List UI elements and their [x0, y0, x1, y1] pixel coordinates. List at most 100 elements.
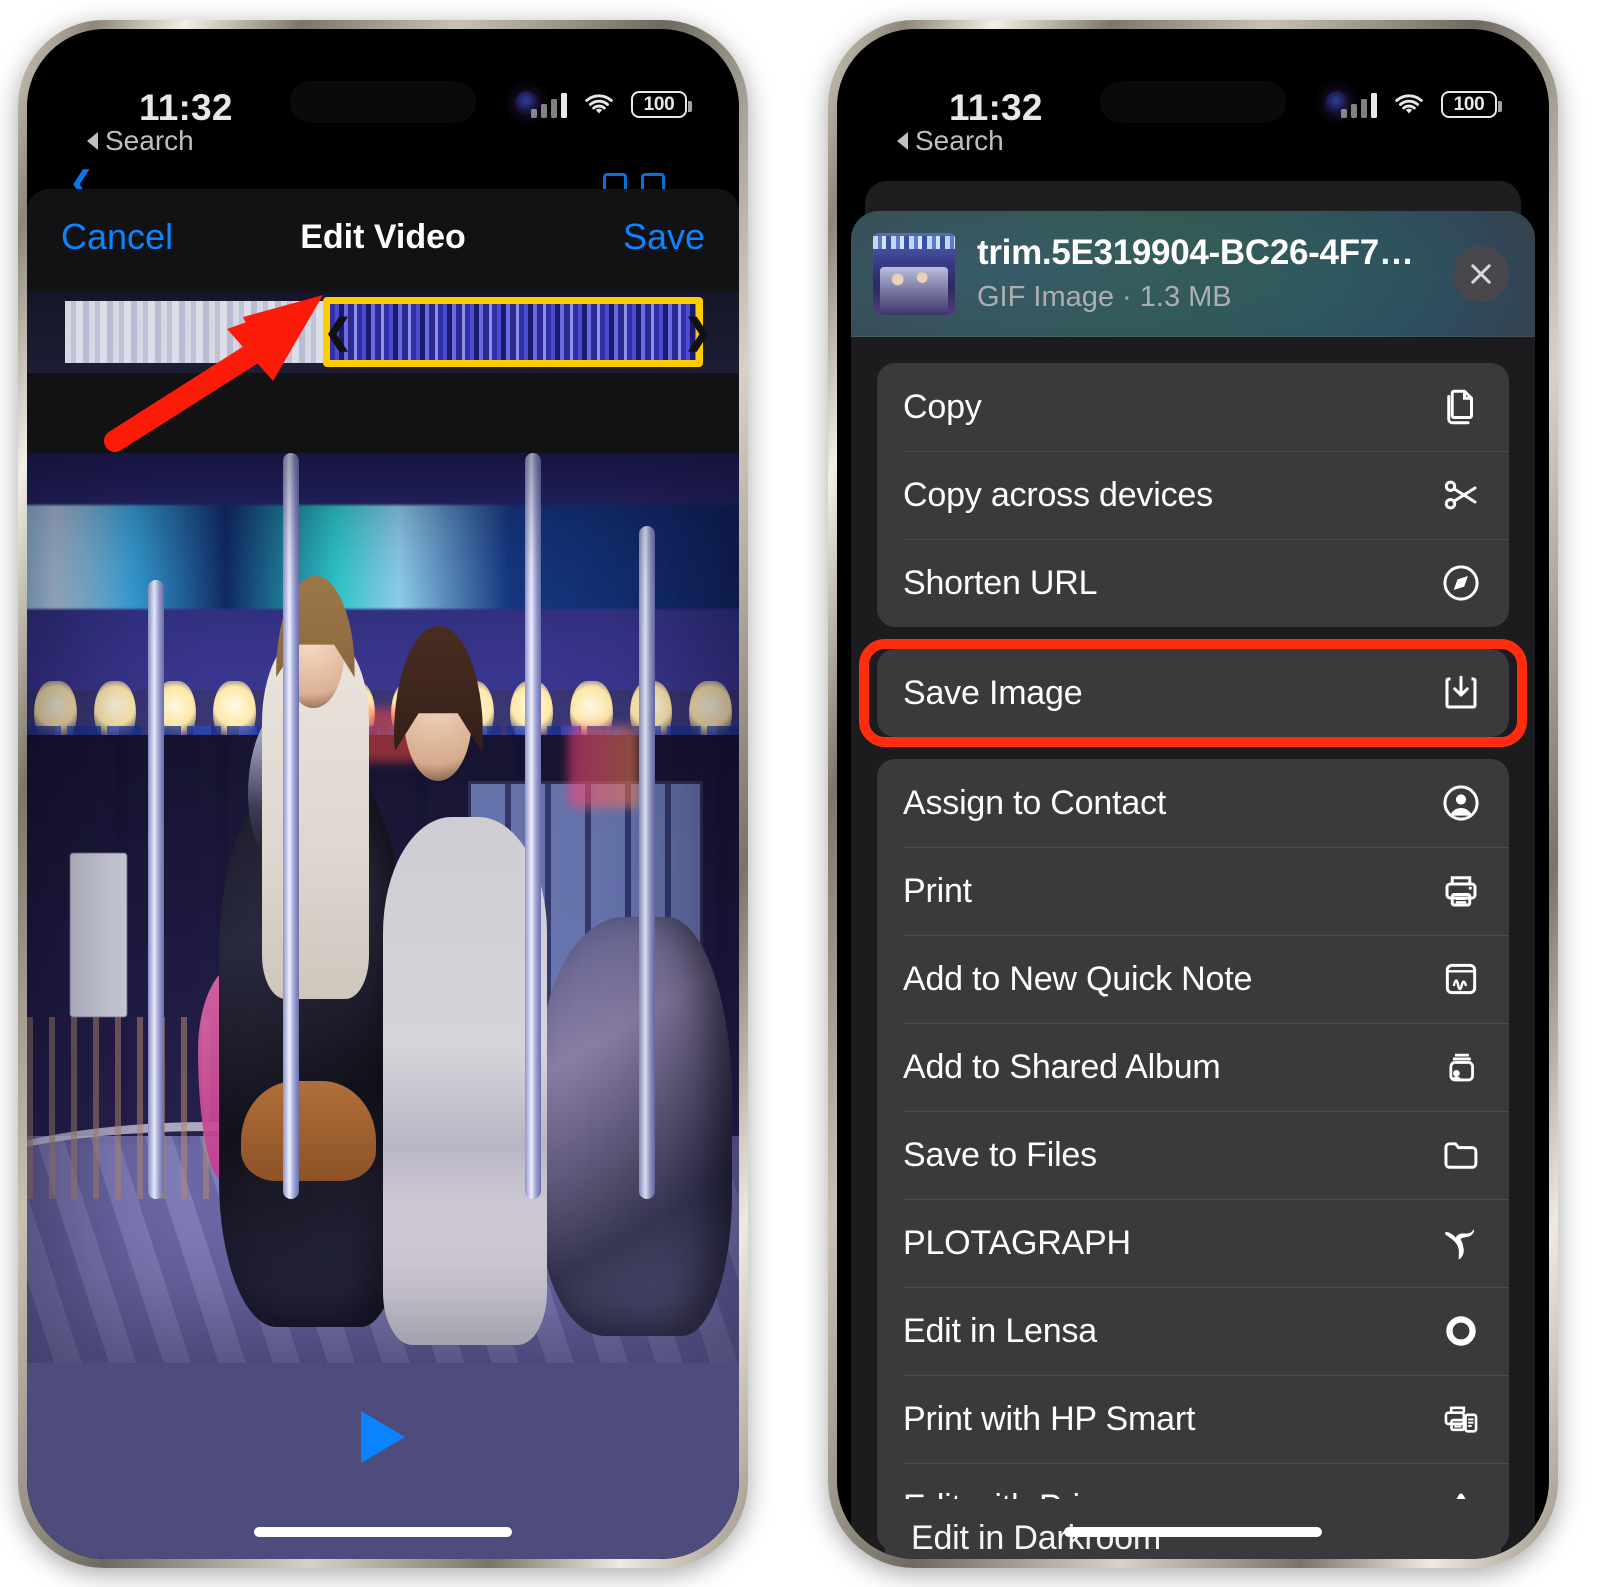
- play-triangle-icon[interactable]: [361, 1411, 405, 1463]
- menu-item-label: Print: [903, 871, 972, 910]
- carousel-horse-saddle: [240, 1080, 376, 1181]
- cancel-button[interactable]: Cancel: [61, 216, 173, 258]
- status-back-label: Search: [105, 125, 194, 156]
- menu-item-label: Copy across devices: [903, 475, 1213, 514]
- menu-item-assign-to-contact[interactable]: Assign to Contact: [877, 759, 1509, 847]
- action-group-3: Assign to Contact Print Add to New Quick…: [877, 759, 1509, 1551]
- menu-item-label: Add to Shared Album: [903, 1047, 1221, 1086]
- battery-percent: 100: [1453, 93, 1485, 115]
- battery-icon: 100: [1441, 91, 1502, 118]
- menu-item-label: Edit in Darkroom: [911, 1518, 1161, 1557]
- menu-item-add-to-new-quick-note[interactable]: Add to New Quick Note: [877, 935, 1509, 1023]
- hp-smart-printer-icon: [1439, 1397, 1483, 1441]
- shared-album-icon: [1439, 1045, 1483, 1089]
- status-back-to-search[interactable]: Search: [87, 125, 194, 157]
- battery-icon: 100: [631, 91, 692, 118]
- status-back-label: Search: [915, 125, 1004, 156]
- carousel-elephant: [539, 917, 732, 1336]
- menu-item-label: Print with HP Smart: [903, 1399, 1196, 1438]
- file-thumbnail: [873, 232, 955, 315]
- video-preview[interactable]: [27, 453, 739, 1363]
- trim-handle-right[interactable]: ❯: [683, 297, 713, 367]
- status-back-to-search[interactable]: Search: [897, 125, 1004, 157]
- quick-note-icon: [1439, 957, 1483, 1001]
- menu-item-plotagraph[interactable]: PLOTAGRAPH: [877, 1199, 1509, 1287]
- chevron-left-handle-icon: ❮: [323, 313, 353, 351]
- menu-item-edit-in-lensa[interactable]: Edit in Lensa: [877, 1287, 1509, 1375]
- menu-item-copy-across-devices[interactable]: Copy across devices: [877, 451, 1509, 539]
- menu-item-print-with-hp-smart[interactable]: Print with HP Smart: [877, 1375, 1509, 1463]
- download-tray-icon: [1439, 671, 1483, 715]
- action-group-1: Copy Copy across devices Shorten URL: [877, 363, 1509, 627]
- dynamic-island: [1100, 81, 1286, 123]
- right-phone-screen: trim.5E319904-BC26-4F7F-88B... GIF Image…: [837, 29, 1549, 1559]
- wifi-icon: [1395, 93, 1423, 113]
- menu-item-print[interactable]: Print: [877, 847, 1509, 935]
- close-x-icon: [1471, 263, 1491, 284]
- menu-item-label: Assign to Contact: [903, 783, 1167, 822]
- home-indicator[interactable]: [254, 1527, 512, 1537]
- person-circle-icon: [1439, 781, 1483, 825]
- video-trim-bar[interactable]: ❮ ❯: [27, 291, 739, 373]
- carousel-pole-2: [525, 453, 542, 1200]
- trim-selection-region[interactable]: [323, 297, 703, 367]
- safari-compass-icon: [1439, 561, 1483, 605]
- woman-figure: [383, 817, 547, 1345]
- share-sheet-header: trim.5E319904-BC26-4F7F-88B... GIF Image…: [851, 211, 1535, 337]
- menu-item-label: Shorten URL: [903, 563, 1098, 602]
- front-camera-icon: [1324, 91, 1349, 115]
- menu-item-save-image[interactable]: Save Image: [877, 649, 1509, 737]
- save-button[interactable]: Save: [623, 216, 705, 258]
- status-indicators: 100: [1341, 91, 1502, 118]
- menu-item-save-to-files[interactable]: Save to Files: [877, 1111, 1509, 1199]
- trim-filmstrip-untrimmed: [65, 301, 333, 363]
- left-phone-screen: ❮ Cancel Edit Video Save ❮ ❯ 11:32 Searc…: [27, 29, 739, 1559]
- folder-icon: [1439, 1133, 1483, 1177]
- front-camera-icon: [514, 91, 539, 115]
- menu-item-label: Save to Files: [903, 1135, 1097, 1174]
- chevron-right-handle-icon: ❯: [683, 313, 713, 351]
- share-sheet: trim.5E319904-BC26-4F7F-88B... GIF Image…: [851, 211, 1535, 1559]
- file-name: trim.5E319904-BC26-4F7F-88B...: [977, 233, 1435, 272]
- carousel-pole-4: [148, 580, 165, 1200]
- back-triangle-icon: [87, 132, 98, 150]
- status-time: 11:32: [139, 87, 233, 128]
- close-button[interactable]: [1453, 245, 1509, 302]
- file-meta-block: trim.5E319904-BC26-4F7F-88B... GIF Image…: [977, 233, 1435, 314]
- menu-item-label: Add to New Quick Note: [903, 959, 1253, 998]
- action-group-2: Save Image: [877, 649, 1509, 737]
- screenshot-stage: ❮ Cancel Edit Video Save ❮ ❯ 11:32 Searc…: [0, 0, 1600, 1587]
- cellular-bars-icon: [531, 92, 567, 118]
- neon-sign-glow: [568, 726, 640, 808]
- edit-video-sheet: Cancel Edit Video Save ❮ ❯: [27, 189, 739, 1559]
- menu-item-label: PLOTAGRAPH: [903, 1223, 1131, 1262]
- carousel-pole-3: [639, 525, 656, 1200]
- right-phone-device: trim.5E319904-BC26-4F7F-88B... GIF Image…: [828, 20, 1558, 1568]
- home-indicator[interactable]: [1064, 1527, 1322, 1537]
- menu-item-shorten-url[interactable]: Shorten URL: [877, 539, 1509, 627]
- menu-item-copy[interactable]: Copy: [877, 363, 1509, 451]
- back-triangle-icon: [897, 132, 908, 150]
- carousel-railing: [27, 1017, 213, 1200]
- menu-item-add-to-shared-album[interactable]: Add to Shared Album: [877, 1023, 1509, 1111]
- left-phone-bezel: ❮ Cancel Edit Video Save ❮ ❯ 11:32 Searc…: [27, 29, 739, 1559]
- left-phone-device: ❮ Cancel Edit Video Save ❮ ❯ 11:32 Searc…: [18, 20, 748, 1568]
- file-type-size: GIF Image · 1.3 MB: [977, 281, 1232, 313]
- right-status-bar: 11:32 Search 100: [837, 29, 1549, 157]
- scissors-icon: [1439, 473, 1483, 517]
- cellular-bars-icon: [1341, 92, 1377, 118]
- wifi-icon: [585, 93, 613, 113]
- menu-item-label: Save Image: [903, 673, 1083, 712]
- lensa-ring-icon: [1439, 1309, 1483, 1353]
- dynamic-island: [290, 81, 476, 123]
- menu-item-label: Copy: [903, 387, 982, 426]
- status-indicators: 100: [531, 91, 692, 118]
- status-time: 11:32: [949, 87, 1043, 128]
- printer-icon: [1439, 869, 1483, 913]
- edit-video-navbar: Cancel Edit Video Save: [27, 189, 739, 285]
- trim-handle-left[interactable]: ❮: [323, 297, 353, 367]
- background-light-panel: [69, 853, 127, 1018]
- save-image-highlight: Save Image: [859, 639, 1527, 747]
- plotagraph-dancer-icon: [1439, 1221, 1483, 1265]
- left-status-bar: 11:32 Search 100: [27, 29, 739, 157]
